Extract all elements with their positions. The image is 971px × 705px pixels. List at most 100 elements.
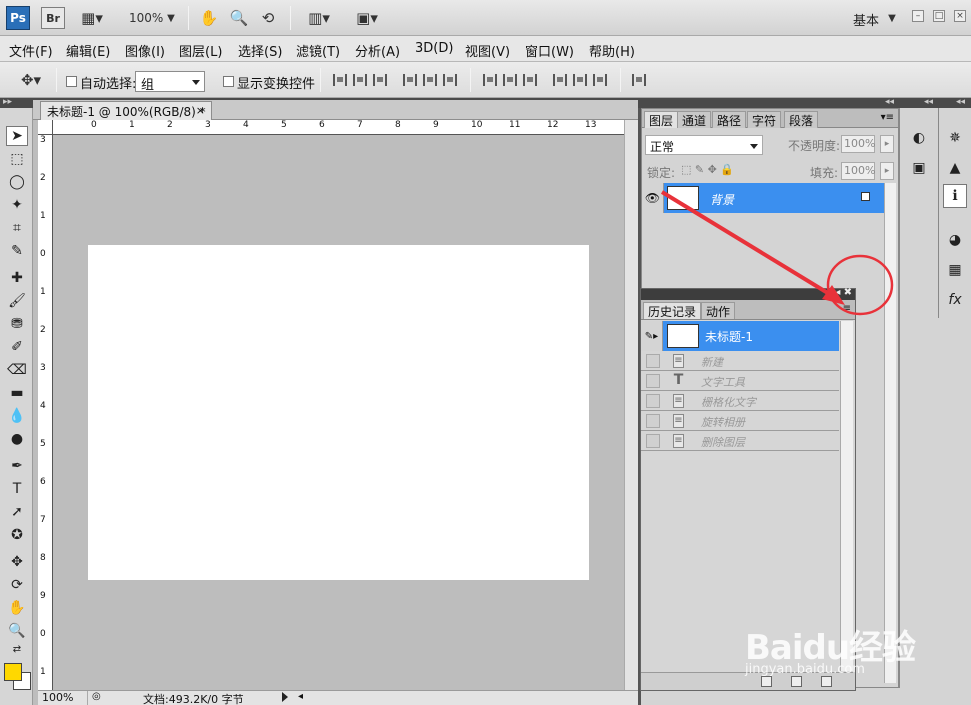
path-selection-tool-icon[interactable]: ➚ xyxy=(6,502,28,522)
collapse-arrows-icon[interactable]: ◂◂ xyxy=(956,97,965,107)
dodge-tool-icon[interactable]: ● xyxy=(6,429,28,449)
history-state-row[interactable]: T 文字工具 xyxy=(641,371,839,391)
masks-icon[interactable]: ▣ xyxy=(907,156,931,180)
healing-brush-tool-icon[interactable]: ✚ xyxy=(6,268,28,288)
color-icon[interactable]: ◕ xyxy=(943,228,967,252)
history-state-row[interactable]: ≡ 删除图层 xyxy=(641,431,839,451)
auto-select-checkbox[interactable] xyxy=(66,76,77,87)
screen-mode-icon[interactable]: ▦▾ xyxy=(79,7,105,29)
panel-menu-icon[interactable]: ≡ xyxy=(843,303,851,314)
layers-scrollbar[interactable] xyxy=(884,183,896,683)
tab-actions[interactable]: 动作 xyxy=(701,302,736,319)
document-tab[interactable]: 未标题-1 @ 100%(RGB/8) * × xyxy=(40,101,212,120)
distribute-right-icon[interactable] xyxy=(593,74,607,86)
tab-layers[interactable]: 图层 xyxy=(644,111,679,128)
collapse-arrows-icon[interactable]: ◂◂ xyxy=(885,97,894,107)
marquee-tool-icon[interactable]: ⬚ xyxy=(6,149,28,169)
history-brush-source-box[interactable] xyxy=(646,354,660,368)
distribute-left-icon[interactable] xyxy=(553,74,567,86)
document-canvas[interactable] xyxy=(88,245,589,580)
lock-pixels-icon[interactable]: ⬚ ✎ ✥ 🔒 xyxy=(681,163,734,176)
auto-select-target-dropdown[interactable]: 组 xyxy=(135,71,205,93)
layer-row-background[interactable]: 👁 背景 xyxy=(642,183,884,213)
rotate-view-icon[interactable]: ⟲ xyxy=(257,7,279,29)
swatches-icon[interactable]: ▦ xyxy=(943,258,967,282)
horizontal-ruler[interactable]: 0 1 2 3 4 5 6 7 8 9 10 11 12 13 xyxy=(53,120,624,135)
align-bottom-icon[interactable] xyxy=(373,74,387,86)
distribute-top-icon[interactable] xyxy=(483,74,497,86)
fill-slider-button[interactable]: ▸ xyxy=(880,162,894,180)
histogram-icon[interactable]: ▲ xyxy=(943,156,967,180)
zoom-icon[interactable]: 🔍 xyxy=(228,7,250,29)
history-snapshot-row[interactable]: ✎▸ 未标题-1 xyxy=(641,321,839,351)
menu-3d[interactable]: 3D(D) xyxy=(415,41,453,56)
history-brush-source-box[interactable] xyxy=(646,414,660,428)
auto-align-layers-icon[interactable] xyxy=(632,74,646,86)
menu-image[interactable]: 图像(I) xyxy=(125,41,165,60)
zoom-tool-icon[interactable]: 🔍 xyxy=(6,621,28,641)
opacity-field[interactable]: 100% xyxy=(841,135,875,153)
blur-tool-icon[interactable]: 💧 xyxy=(6,406,28,426)
adjustments-icon[interactable]: ◐ xyxy=(907,126,931,150)
navigator-icon[interactable]: ✵ xyxy=(943,126,967,150)
menu-analysis[interactable]: 分析(A) xyxy=(355,41,400,60)
menu-edit[interactable]: 编辑(E) xyxy=(66,41,110,60)
close-button[interactable]: × xyxy=(954,10,966,22)
brush-tool-icon[interactable]: 🖌 xyxy=(6,291,28,311)
chevron-down-icon[interactable]: ▼ xyxy=(165,7,177,29)
styles-icon[interactable]: fx xyxy=(943,288,967,312)
magic-wand-tool-icon[interactable]: ✦ xyxy=(6,195,28,215)
collapse-arrows-icon[interactable]: ◂◂ xyxy=(924,97,933,107)
distribute-horizontal-center-icon[interactable] xyxy=(573,74,587,86)
tab-character[interactable]: 字符 xyxy=(747,111,782,128)
zoom-level-dropdown[interactable]: 100% xyxy=(129,11,163,25)
align-right-icon[interactable] xyxy=(443,74,457,86)
align-horizontal-center-icon[interactable] xyxy=(423,74,437,86)
history-state-row[interactable]: ≡ 栅格化文字 xyxy=(641,391,839,411)
align-vertical-center-icon[interactable] xyxy=(353,74,367,86)
vertical-scrollbar[interactable] xyxy=(624,120,638,690)
tab-history[interactable]: 历史记录 xyxy=(643,302,702,319)
eye-icon[interactable]: 👁 xyxy=(642,183,664,213)
align-top-icon[interactable] xyxy=(333,74,347,86)
chevron-down-icon[interactable]: ▼ xyxy=(886,7,898,29)
crop-tool-icon[interactable]: ⌗ xyxy=(6,218,28,238)
lasso-tool-icon[interactable]: ◯ xyxy=(6,172,28,192)
tab-paragraph[interactable]: 段落 xyxy=(784,111,819,128)
menu-filter[interactable]: 滤镜(T) xyxy=(296,41,340,60)
history-scrollbar[interactable] xyxy=(840,321,853,671)
close-icon[interactable]: ◂◂ ✖ xyxy=(830,287,852,298)
scroll-left-icon[interactable]: ◂ xyxy=(298,691,303,702)
history-state-row[interactable]: ≡ 新建 xyxy=(641,351,839,371)
eyedropper-tool-icon[interactable]: ✎ xyxy=(6,241,28,261)
gradient-tool-icon[interactable]: ▬ xyxy=(6,383,28,403)
move-tool-icon[interactable]: ➤ xyxy=(6,126,28,146)
history-brush-source-box[interactable] xyxy=(646,434,660,448)
swap-colors-icon[interactable]: ⇄ xyxy=(6,642,28,656)
history-state-row[interactable]: ≡ 旋转相册 xyxy=(641,411,839,431)
history-brush-tool-icon[interactable]: ✐ xyxy=(6,337,28,357)
collapse-arrows-icon[interactable]: ▸▸ xyxy=(3,97,12,107)
maximize-button[interactable]: □ xyxy=(933,10,945,22)
distribute-bottom-icon[interactable] xyxy=(523,74,537,86)
pen-tool-icon[interactable]: ✒ xyxy=(6,456,28,476)
menu-view[interactable]: 视图(V) xyxy=(465,41,510,60)
status-zoom-field[interactable]: 100% xyxy=(38,691,88,705)
vertical-ruler[interactable]: 3 2 1 0 1 2 3 4 5 6 7 8 9 0 1 xyxy=(38,135,53,690)
hand-tool-icon[interactable]: ✋ xyxy=(6,598,28,618)
opacity-slider-button[interactable]: ▸ xyxy=(880,135,894,153)
close-tab-icon[interactable]: × xyxy=(196,104,205,117)
panel-menu-icon[interactable]: ▾≡ xyxy=(881,112,894,123)
bridge-button[interactable]: Br xyxy=(41,7,65,29)
custom-shape-tool-icon[interactable]: ✪ xyxy=(6,525,28,545)
type-tool-icon[interactable]: T xyxy=(6,479,28,499)
blend-mode-dropdown[interactable]: 正常 xyxy=(645,135,763,155)
3d-rotate-tool-icon[interactable]: ✥ xyxy=(6,552,28,572)
info-icon[interactable]: ℹ xyxy=(943,184,967,208)
align-left-icon[interactable] xyxy=(403,74,417,86)
move-tool-preset-icon[interactable]: ✥▾ xyxy=(14,69,48,91)
history-brush-source-box[interactable] xyxy=(646,394,660,408)
preview-icon[interactable]: ◎ xyxy=(92,691,101,702)
minimize-button[interactable]: – xyxy=(912,10,924,22)
status-menu-arrow-icon[interactable] xyxy=(282,692,288,702)
